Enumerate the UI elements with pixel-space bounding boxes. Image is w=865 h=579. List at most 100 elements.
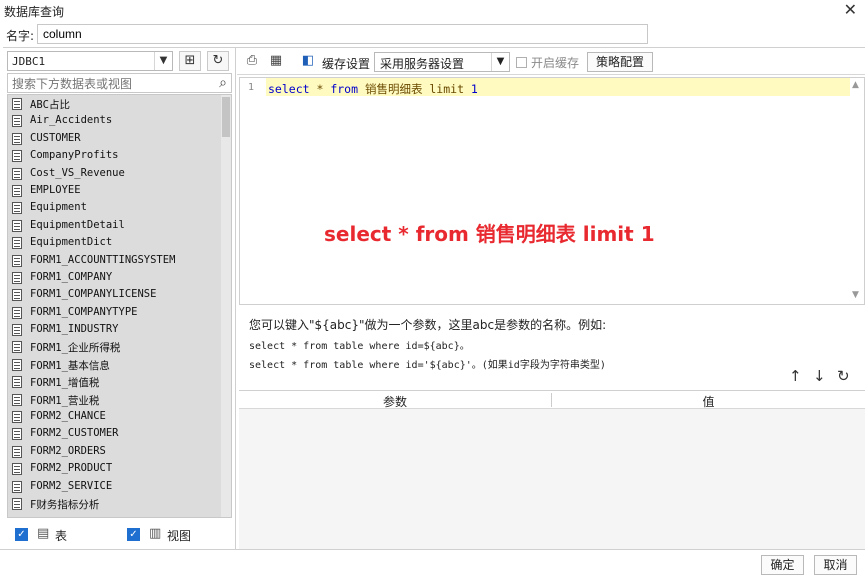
sql-keyword: select (268, 82, 310, 96)
table-list-item[interactable]: FORM2_ORDERS (8, 443, 221, 460)
sql-star: * (309, 82, 331, 96)
table-icon (12, 393, 22, 406)
table-name: EquipmentDetail (30, 218, 125, 231)
table-name: ABC占比 (30, 99, 70, 111)
preview-icon[interactable]: ⎙ (243, 53, 261, 71)
table-list-item[interactable]: FORM1_增值税 (8, 373, 221, 390)
table-list-item[interactable]: FORM1_企业所得税 (8, 338, 221, 355)
table-name: FORM2_CHANCE (30, 410, 106, 423)
column-header-param[interactable]: 参数 (239, 393, 551, 410)
table-name: FORM1_COMPANYLICENSE (30, 288, 157, 301)
table-list-item[interactable]: FORM2_SERVICE (8, 478, 221, 495)
sql-line[interactable]: select * from 销售明细表 limit 1 (268, 81, 478, 97)
name-label: 名字: (6, 29, 35, 43)
database-icon[interactable]: ▦ (267, 53, 285, 71)
arrow-up-icon[interactable]: ↑ (789, 367, 802, 385)
table-list-item[interactable]: CompanyProfits (8, 147, 221, 164)
open-cache-checkbox[interactable]: 开启缓存 (516, 54, 579, 71)
table-list-item[interactable]: FORM2_PRODUCT (8, 460, 221, 477)
table-icon (12, 341, 22, 354)
datasource-value: JDBC1 (12, 55, 46, 68)
view-filter-checkbox[interactable]: ✓ (127, 528, 140, 541)
cache-icon: ◧ (301, 53, 315, 68)
editor-scrollbar[interactable]: ▲ ▼ (850, 78, 864, 304)
scrollbar-thumb[interactable] (222, 97, 230, 137)
sql-table-name: 销售明细表 limit (358, 82, 471, 96)
table-list-item[interactable]: Equipment (8, 199, 221, 216)
line-gutter: 1 (240, 78, 266, 304)
table-list-item[interactable]: EquipmentDetail (8, 217, 221, 234)
table-icon (12, 411, 22, 424)
sql-editor[interactable]: 1 select * from 销售明细表 limit 1 select * f… (239, 77, 865, 305)
table-search-input[interactable] (12, 76, 207, 91)
param-actions: ↑ ↓ ↻ (789, 367, 859, 387)
refresh-icon[interactable]: ↻ (207, 51, 229, 71)
table-list-item[interactable]: FORM1_ACCOUNTTINGSYSTEM (8, 252, 221, 269)
table-list-scrollbar[interactable] (221, 95, 231, 517)
table-icon (12, 219, 22, 232)
checkbox-box[interactable] (516, 57, 527, 68)
table-list-item[interactable]: FORM1_营业税 (8, 391, 221, 408)
table-icon (12, 463, 22, 476)
view-filter-label: 视图 (167, 529, 192, 543)
edit-datasource-icon[interactable]: ⊞ (179, 51, 201, 71)
table-name: Equipment (30, 201, 87, 214)
table-name: FORM1_ACCOUNTTINGSYSTEM (30, 253, 176, 266)
table-list-item[interactable]: FORM2_CUSTOMER (8, 425, 221, 442)
table-list-item[interactable]: EquipmentDict (8, 234, 221, 251)
table-list-item[interactable]: F财务指标分析 (8, 495, 221, 512)
annotation-overlay: select * from 销售明细表 limit 1 (324, 222, 655, 246)
cancel-button[interactable]: 取消 (814, 555, 857, 575)
chevron-up-icon[interactable]: ▲ (852, 80, 859, 90)
close-icon[interactable]: ✕ (844, 0, 857, 19)
datasource-toolbar: JDBC1 ▼ ⊞ ↻ (7, 51, 232, 71)
table-list-item[interactable]: ABC占比 (8, 95, 221, 112)
arrow-down-icon[interactable]: ↓ (813, 367, 826, 385)
cache-mode-select[interactable]: 采用服务器设置 ▼ (374, 52, 510, 72)
table-list-item[interactable]: FORM2_CHANCE (8, 408, 221, 425)
table-list-item[interactable]: FORM1_COMPANY (8, 269, 221, 286)
table-icon (12, 132, 22, 145)
table-list-item[interactable]: FORM1_基本信息 (8, 356, 221, 373)
table-list-item[interactable]: Cost_VS_Revenue (8, 165, 221, 182)
table-icon (12, 306, 22, 319)
table-list-item[interactable]: FORM1_COMPANYLICENSE (8, 286, 221, 303)
table-list-item[interactable]: Air_Accidents (8, 112, 221, 129)
table-icon (12, 428, 22, 441)
datasource-select[interactable]: JDBC1 ▼ (7, 51, 173, 71)
refresh-icon[interactable]: ↻ (837, 367, 850, 385)
table-search[interactable]: ⌕ (7, 73, 232, 93)
column-header-value[interactable]: 值 (552, 393, 865, 410)
table-name: FORM2_SERVICE (30, 479, 113, 492)
table-icon: ▤ (37, 526, 50, 541)
name-field[interactable] (37, 24, 648, 44)
table-icon (12, 324, 22, 337)
chevron-down-icon[interactable]: ▼ (491, 53, 509, 71)
table-name: FORM1_营业税 (30, 394, 100, 407)
table-list[interactable]: ABC占比 Air_Accidents CUSTOMER CompanyProfits… (7, 94, 232, 518)
title-bar: 数据库查询 ✕ (0, 0, 865, 20)
table-icon (12, 150, 22, 163)
table-name: Cost_VS_Revenue (30, 166, 125, 179)
table-filter-checkbox[interactable]: ✓ (15, 528, 28, 541)
table-list-item[interactable]: FORM1_COMPANYTYPE (8, 304, 221, 321)
table-list-item[interactable]: EMPLOYEE (8, 182, 221, 199)
table-list-item[interactable]: FORM1_INDUSTRY (8, 321, 221, 338)
chevron-down-icon[interactable]: ▼ (852, 290, 859, 300)
table-icon (12, 184, 22, 197)
table-icon (12, 480, 22, 493)
table-icon (12, 98, 22, 110)
chevron-down-icon[interactable]: ▼ (154, 52, 172, 70)
table-icon (12, 376, 22, 389)
dialog-footer: 确定 取消 (0, 549, 865, 579)
table-icon (12, 358, 22, 371)
table-name: F财务指标分析 (30, 498, 100, 511)
table-name: FORM2_ORDERS (30, 444, 106, 457)
table-list-item[interactable]: CUSTOMER (8, 130, 221, 147)
table-name: CompanyProfits (30, 149, 119, 162)
strategy-config-button[interactable]: 策略配置 (587, 52, 653, 72)
search-icon[interactable]: ⌕ (219, 75, 227, 91)
table-name: FORM2_CUSTOMER (30, 427, 119, 440)
right-panel: ⎙ ▦ ◧ 缓存设置 采用服务器设置 ▼ 开启缓存 策略配置 1 select … (237, 48, 865, 550)
ok-button[interactable]: 确定 (761, 555, 804, 575)
